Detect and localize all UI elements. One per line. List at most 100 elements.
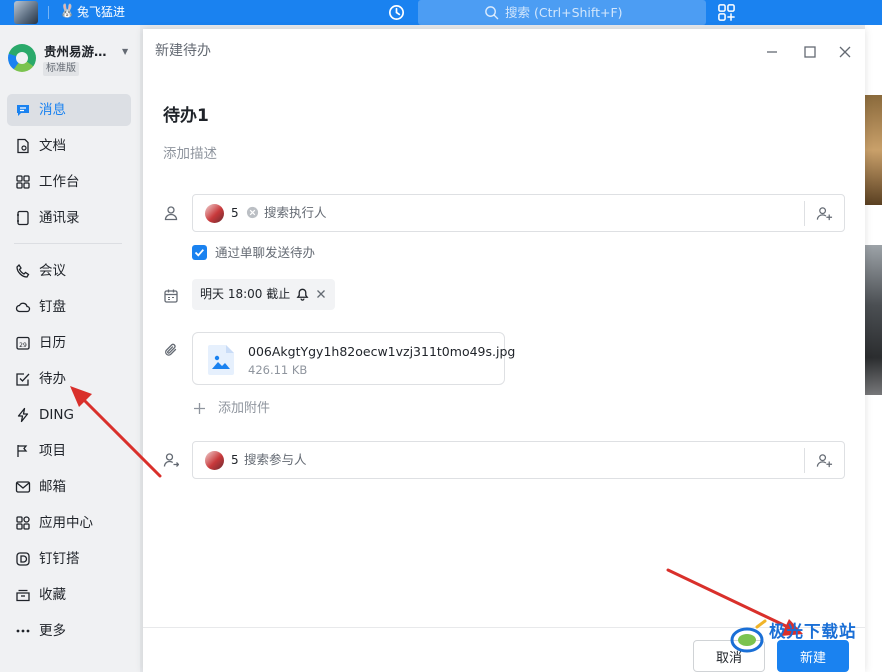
svg-text:29: 29	[19, 342, 27, 349]
chevron-down-icon[interactable]: ▼	[122, 47, 128, 56]
add-participant-icon	[163, 453, 179, 467]
add-attachment-button[interactable]: 添加附件	[218, 400, 270, 418]
person-icon	[164, 206, 178, 221]
sidebar: 贵州易游… ▼ 标准版 消息 文档 工作台 通讯录 会议 钉盘 29 日历 待办…	[0, 25, 140, 672]
background-image	[865, 245, 882, 395]
send-via-chat-label[interactable]: 通过单聊发送待办	[215, 244, 315, 261]
close-icon[interactable]	[837, 44, 853, 60]
sidebar-item-label: 待办	[39, 371, 66, 387]
watermark-logo-icon	[730, 619, 767, 653]
title-bar: 🐰 兔飞猛进 搜索 (Ctrl+Shift+F)	[0, 0, 882, 25]
history-icon[interactable]	[387, 3, 406, 22]
dialog-title: 新建待办	[155, 43, 211, 59]
contacts-icon	[17, 210, 29, 226]
sidebar-item-drive[interactable]: 钉盘	[7, 291, 131, 323]
add-person-icon[interactable]	[816, 205, 833, 222]
background-image	[865, 95, 882, 205]
rabbit-icon: 🐰	[59, 4, 76, 19]
search-placeholder: 搜索 (Ctrl+Shift+F)	[505, 5, 623, 20]
org-name[interactable]: 贵州易游…	[44, 43, 107, 60]
sidebar-item-label: 日历	[39, 335, 66, 351]
participant-search-placeholder: 搜索参与人	[244, 452, 307, 467]
sidebar-item-workbench[interactable]: 工作台	[7, 166, 131, 198]
calendar-icon: 29	[16, 336, 30, 350]
sidebar-item-favorites[interactable]: 收藏	[7, 579, 131, 611]
favorites-icon	[16, 589, 30, 602]
paperclip-icon	[165, 343, 177, 356]
calendar-icon	[164, 289, 178, 303]
sidebar-item-contacts[interactable]: 通讯录	[7, 202, 131, 234]
search-icon	[485, 6, 499, 20]
due-date-chip[interactable]: 明天 18:00 截止	[192, 279, 335, 310]
assignee-chip-label: 5	[231, 206, 239, 220]
username-label[interactable]: 兔飞猛进	[77, 4, 125, 21]
sidebar-item-documents[interactable]: 文档	[7, 130, 131, 162]
add-person-icon[interactable]	[816, 452, 833, 469]
mail-icon	[15, 481, 31, 493]
org-plan-badge: 标准版	[43, 62, 79, 76]
clear-due-icon[interactable]	[315, 288, 327, 300]
sidebar-item-messages[interactable]: 消息	[7, 94, 131, 126]
sidebar-item-project[interactable]: 项目	[7, 435, 131, 467]
watermark: 极光下载站	[722, 617, 882, 672]
avatar	[205, 451, 224, 470]
sidebar-item-more[interactable]: 更多	[7, 615, 131, 647]
org-logo[interactable]	[8, 44, 36, 72]
sidebar-item-label: 钉钉搭	[39, 551, 80, 567]
description-input[interactable]: 添加描述	[163, 145, 217, 163]
sidebar-item-mail[interactable]: 邮箱	[7, 471, 131, 503]
project-icon	[17, 445, 28, 457]
meeting-icon	[16, 263, 30, 278]
sidebar-item-label: 项目	[39, 443, 66, 459]
field-divider	[804, 201, 805, 226]
dingda-icon	[16, 552, 30, 566]
document-icon	[17, 138, 29, 154]
cloud-drive-icon	[15, 302, 31, 313]
minimize-icon[interactable]	[764, 44, 780, 60]
sidebar-item-ding[interactable]: DING	[7, 399, 131, 431]
sidebar-item-meeting[interactable]: 会议	[7, 255, 131, 287]
assignee-field[interactable]: 5 搜索执行人	[192, 194, 845, 232]
attachment-card[interactable]: 006AkgtYgy1h82oecw1vzj311t0mo49s.jpg 426…	[192, 332, 515, 385]
watermark-text: 极光下载站	[769, 622, 857, 641]
field-divider	[804, 448, 805, 473]
plus-icon[interactable]	[193, 402, 206, 415]
due-date-text: 明天 18:00 截止	[200, 287, 291, 301]
attachment-size: 426.11 KB	[248, 363, 308, 377]
sidebar-item-app-center[interactable]: 应用中心	[7, 507, 131, 539]
ding-icon	[17, 407, 29, 423]
more-icon	[16, 629, 30, 633]
participants-field[interactable]: 5 搜索参与人	[192, 441, 845, 479]
new-todo-dialog: 新建待办 待办1 添加描述 5 搜索执行人 通过单聊发送待办 明天 18:00 …	[143, 29, 865, 672]
sidebar-item-label: 更多	[39, 623, 66, 639]
sidebar-item-dingda[interactable]: 钉钉搭	[7, 543, 131, 575]
sidebar-item-label: 工作台	[39, 174, 80, 190]
sidebar-item-label: 邮箱	[39, 479, 66, 495]
app-center-icon	[16, 516, 30, 530]
sidebar-item-calendar[interactable]: 29 日历	[7, 327, 131, 359]
sidebar-item-label: 钉盘	[39, 299, 66, 315]
sidebar-item-label: 通讯录	[39, 210, 80, 226]
sidebar-item-label: DING	[39, 407, 74, 423]
topbar-divider	[48, 6, 49, 19]
todo-title-input[interactable]: 待办1	[163, 105, 209, 128]
avatar	[205, 204, 224, 223]
sidebar-item-todo[interactable]: 待办	[7, 363, 131, 395]
sidebar-item-label: 会议	[39, 263, 66, 279]
user-avatar[interactable]	[14, 1, 38, 24]
bell-icon[interactable]	[295, 286, 310, 301]
assignee-search-placeholder: 搜索执行人	[264, 205, 327, 220]
sidebar-item-label: 消息	[39, 102, 66, 118]
attachment-filename: 006AkgtYgy1h82oecw1vzj311t0mo49s.jpg	[248, 344, 516, 359]
send-via-chat-checkbox[interactable]	[192, 245, 207, 260]
message-icon	[17, 105, 29, 116]
remove-chip-icon[interactable]	[246, 206, 259, 219]
sidebar-divider	[14, 243, 122, 244]
image-file-icon	[208, 345, 234, 375]
apps-add-icon[interactable]	[717, 3, 736, 22]
participant-chip-label: 5	[231, 453, 239, 467]
workbench-icon	[16, 175, 30, 189]
maximize-icon[interactable]	[802, 44, 818, 60]
check-icon	[194, 249, 204, 257]
sidebar-item-label: 应用中心	[39, 515, 93, 531]
